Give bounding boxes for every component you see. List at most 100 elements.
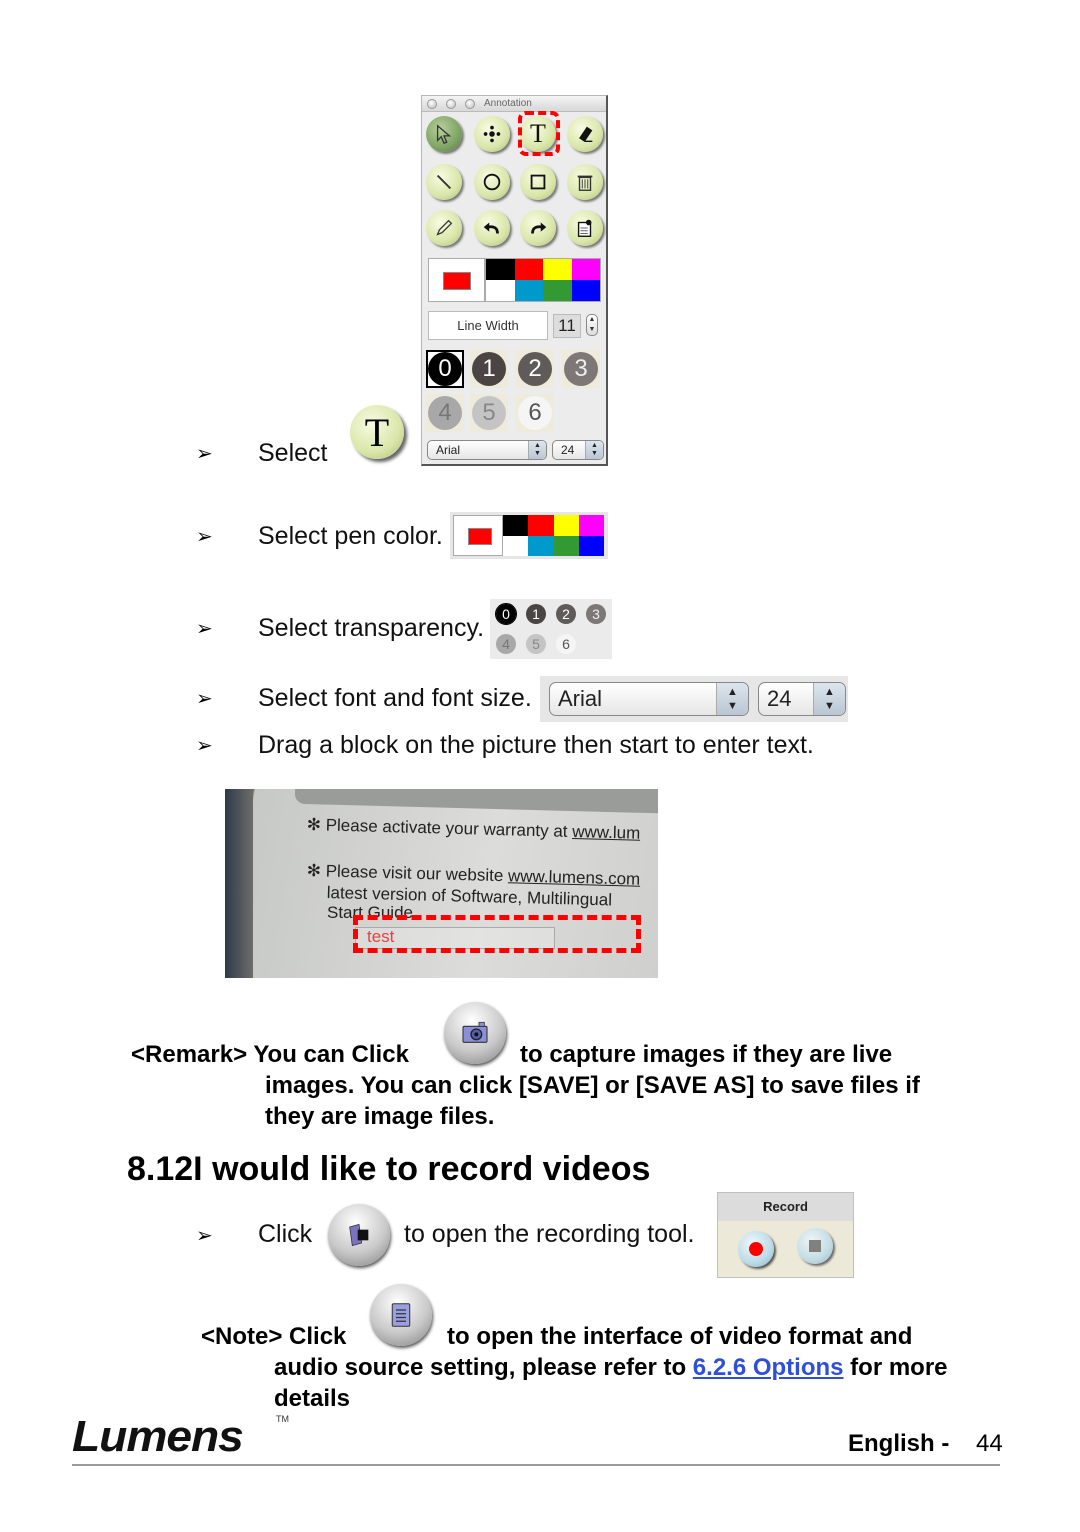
bullet-arrow-icon: ➢ — [196, 443, 213, 465]
cursor-arrow-icon — [436, 124, 452, 144]
transparency-6-button[interactable]: 6 — [518, 396, 552, 430]
move-tool-button[interactable] — [474, 116, 510, 152]
transparency-2-button[interactable]: 2 — [518, 352, 552, 386]
photo-line-2-link: www.lumens.com — [507, 866, 641, 889]
clipboard-icon — [577, 219, 592, 237]
updown-arrows-icon: ▲ ▼ — [528, 441, 546, 459]
line-width-stepper[interactable]: ▲ ▼ — [586, 314, 598, 336]
current-color-fill — [468, 528, 492, 545]
record-panel-image: Record — [717, 1192, 854, 1278]
rectangle-tool-button[interactable] — [520, 164, 556, 200]
clipboard-tool-button[interactable] — [567, 210, 603, 246]
record-dot-icon — [749, 1242, 763, 1256]
photo-edge — [225, 789, 253, 978]
color-swatch-5[interactable] — [514, 280, 543, 301]
zoom-window-button[interactable] — [465, 99, 475, 109]
note-line-2: audio source setting, please refer to 6.… — [274, 1354, 948, 1382]
select-tool-button[interactable] — [426, 116, 462, 152]
note-line-3: details — [274, 1385, 351, 1412]
transparency-0-button[interactable]: 0 — [428, 352, 462, 386]
eraser-tool-button[interactable] — [567, 116, 603, 152]
color-palette — [503, 515, 604, 556]
record-panel-title: Record — [718, 1193, 853, 1221]
panel-titlebar: Annotation — [422, 96, 606, 112]
transparency-3-button[interactable]: 3 — [564, 352, 598, 386]
delete-tool-button[interactable] — [567, 164, 603, 200]
photo-line-1: ✻ Please activate your warranty at www.l… — [306, 815, 641, 844]
remark-line-1-rest: to capture images if they are live — [520, 1041, 893, 1068]
transparency-5-button[interactable]: 5 — [472, 396, 506, 430]
transparency-3-chip: 3 — [586, 604, 606, 624]
font-size-select[interactable]: 24 ▲ ▼ — [552, 440, 604, 460]
updown-arrows-icon: ▲ ▼ — [813, 683, 845, 715]
text-annotation-photo: ✻ Please activate your warranty at www.l… — [225, 789, 658, 978]
transparency-1-button[interactable]: 1 — [472, 352, 506, 386]
font-select-image: Arial ▲ ▼ 24 ▲ ▼ — [540, 676, 848, 722]
color-swatch-7 — [578, 535, 604, 556]
record-tool-button[interactable] — [328, 1204, 390, 1266]
color-swatch-2[interactable] — [543, 259, 572, 280]
minimize-window-button[interactable] — [446, 99, 456, 109]
text-t-glyph: T — [364, 409, 390, 455]
transparency-4-button[interactable]: 4 — [428, 396, 462, 430]
redo-button[interactable] — [520, 210, 556, 246]
remark-line-3: they are image files. — [265, 1103, 495, 1130]
options-button[interactable] — [370, 1284, 432, 1346]
capture-button[interactable] — [444, 1002, 506, 1064]
line-tool-button[interactable] — [426, 164, 462, 200]
redo-arrow-icon — [531, 222, 547, 234]
color-swatch-0 — [503, 515, 529, 536]
close-window-button[interactable] — [427, 99, 437, 109]
photo-header-band — [294, 789, 658, 815]
color-swatch-4 — [503, 535, 529, 556]
line-icon — [436, 174, 452, 190]
remark-line-2: images. You can click [SAVE] or [SAVE AS… — [265, 1072, 920, 1099]
current-color-swatch — [453, 515, 503, 556]
bullet-arrow-icon: ➢ — [196, 735, 213, 757]
note-line-2-after: for more — [850, 1354, 948, 1381]
step-transparency-text: Select transparency. — [258, 614, 485, 642]
color-swatch-6[interactable] — [543, 280, 572, 301]
note-prefix: <Note> Click — [201, 1323, 347, 1350]
undo-button[interactable] — [474, 210, 510, 246]
page-number: 44 — [976, 1430, 1003, 1457]
move-arrows-icon — [483, 125, 501, 143]
stop-button[interactable] — [797, 1228, 833, 1264]
color-palette — [485, 258, 601, 302]
transparency-5-chip: 5 — [526, 634, 546, 654]
bullet-arrow-icon: ➢ — [196, 1225, 213, 1247]
bullet-arrow-icon: ➢ — [196, 526, 213, 548]
font-select-value: Arial — [436, 443, 461, 457]
color-swatch-0[interactable] — [486, 259, 515, 280]
eraser-icon — [579, 126, 593, 143]
color-swatch-3[interactable] — [571, 259, 600, 280]
circle-tool-button[interactable] — [474, 164, 510, 200]
color-swatch-7[interactable] — [571, 280, 600, 301]
trash-icon — [577, 175, 593, 191]
note-line-2-before: audio source setting, please refer to — [274, 1354, 687, 1381]
photo-line-1-text: ✻ Please activate your warranty at — [306, 815, 568, 841]
remark-line-1: <Remark> You can Click — [131, 1041, 409, 1069]
camera-icon — [462, 1021, 488, 1043]
step-font-text: Select font and font size. — [258, 684, 532, 712]
transparency-2-chip: 2 — [556, 604, 576, 624]
photo-line-2-text: ✻ Please visit our website — [306, 861, 504, 886]
photo-line-1-link: www.lum — [572, 821, 641, 843]
color-swatch-4[interactable] — [486, 280, 515, 301]
text-tool-highlight — [518, 111, 560, 156]
options-link[interactable]: 6.2.6 Options — [693, 1354, 844, 1381]
font-select-value: Arial — [558, 686, 603, 711]
video-camera-icon — [349, 1223, 369, 1247]
font-select[interactable]: Arial ▲ ▼ — [427, 440, 547, 460]
color-swatch-1[interactable] — [514, 259, 543, 280]
color-swatch-2 — [553, 515, 579, 536]
checklist-icon — [391, 1303, 411, 1327]
pen-tool-button[interactable] — [426, 210, 462, 246]
color-swatch-6 — [553, 535, 579, 556]
undo-arrow-icon — [483, 222, 499, 234]
record-button[interactable] — [738, 1231, 774, 1267]
line-width-value[interactable]: 11 — [553, 314, 581, 338]
font-size-value: 24 — [767, 686, 792, 711]
color-swatch-5 — [528, 535, 554, 556]
footer-language: English - — [848, 1430, 950, 1457]
